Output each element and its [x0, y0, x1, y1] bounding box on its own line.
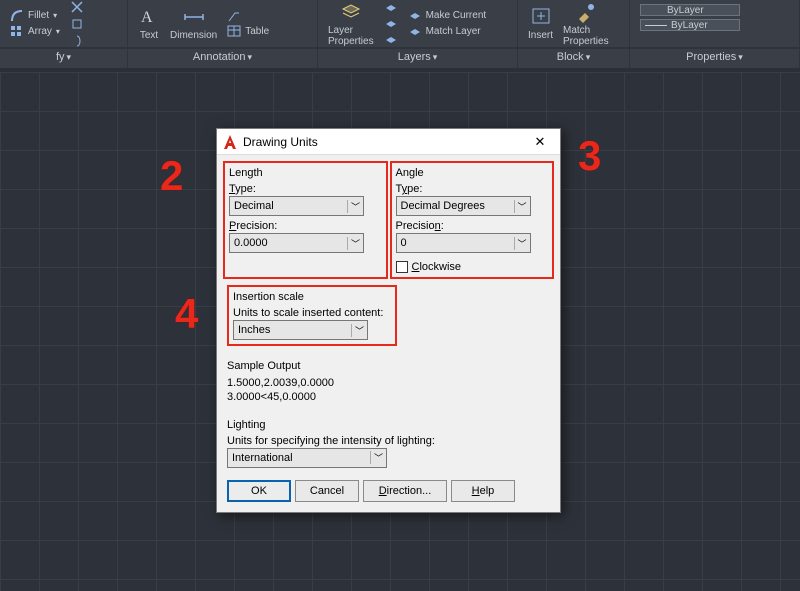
insertion-scale-group: Insertion scale Units to scale inserted … [227, 285, 397, 346]
table-icon [227, 25, 241, 39]
fillet-icon [10, 9, 24, 23]
cancel-button[interactable]: Cancel [295, 480, 359, 502]
sample-legend: Sample Output [227, 360, 550, 372]
length-precision-combo[interactable]: 0.0000﹀ [229, 233, 364, 253]
fillet-item[interactable]: Fillet▾ [10, 9, 60, 23]
layer-icon [408, 9, 422, 23]
ribbon-group-labels: fy▾ Annotation▾ Layers▾ Block▾ Propertie… [0, 48, 800, 68]
chevron-down-icon: ﹀ [351, 324, 367, 337]
modify-group-label[interactable]: fy▾ [0, 49, 128, 68]
length-precision-label: Precision: [229, 220, 382, 232]
make-current-item[interactable]: Make Current [408, 9, 487, 23]
block-group: Insert Match Properties [518, 0, 630, 47]
angle-type-label: Type: [396, 183, 549, 195]
chevron-down-icon: ﹀ [347, 237, 363, 250]
length-type-label: Type: [229, 183, 382, 195]
layer-tool[interactable] [384, 33, 398, 47]
modify-group: Fillet▾ Array▾ [0, 0, 128, 47]
annotation-3: 3 [578, 132, 601, 180]
angle-precision-combo[interactable]: 0﹀ [396, 233, 531, 253]
match-properties-button[interactable]: Match Properties [563, 1, 609, 47]
insertion-sublabel: Units to scale inserted content: [233, 307, 391, 319]
lighting-legend: Lighting [227, 419, 550, 431]
chevron-down-icon: ﹀ [514, 200, 530, 213]
layer-tool[interactable] [384, 1, 398, 15]
dimension-icon [183, 6, 205, 28]
properties-group-label[interactable]: Properties▾ [630, 49, 800, 68]
annotation-group-label[interactable]: Annotation▾ [128, 49, 318, 68]
properties-group: ByLayer ByLayer [630, 0, 800, 47]
close-button[interactable]: ✕ [526, 132, 554, 152]
match-layer-item[interactable]: Match Layer [408, 25, 487, 39]
chevron-down-icon: ﹀ [370, 451, 386, 464]
leader-icon [227, 9, 241, 23]
lighting-units-combo[interactable]: International﹀ [227, 448, 387, 468]
array-icon [10, 25, 24, 39]
insert-icon [530, 6, 552, 28]
match-properties-icon [575, 1, 597, 23]
block-group-label[interactable]: Block▾ [518, 49, 630, 68]
modify-tool-icon[interactable] [70, 0, 84, 14]
chevron-down-icon: ﹀ [514, 237, 530, 250]
modify-tool-icon[interactable] [70, 17, 84, 31]
insertion-legend: Insertion scale [233, 291, 391, 303]
sample-line: 1.5000,2.0039,0.0000 [227, 376, 550, 390]
array-item[interactable]: Array▾ [10, 25, 60, 39]
layer-properties-icon [340, 1, 362, 23]
insert-button[interactable]: Insert [528, 6, 553, 41]
length-type-combo[interactable]: Decimal﹀ [229, 196, 364, 216]
leader-item[interactable] [227, 9, 269, 23]
annotation-2: 2 [160, 152, 183, 200]
sample-output-group: Sample Output 1.5000,2.0039,0.0000 3.000… [227, 360, 550, 405]
direction-button[interactable]: Direction... [363, 480, 447, 502]
text-icon: A [138, 6, 160, 28]
layer-icon [384, 33, 398, 47]
modify-tool-icon[interactable] [70, 34, 84, 48]
length-group: Length Type: Decimal﹀ Precision: 0.0000﹀ [223, 161, 388, 279]
lighting-group: Lighting Units for specifying the intens… [227, 419, 550, 468]
angle-group: Angle Type: Decimal Degrees﹀ Precision: … [390, 161, 555, 279]
annotation-4: 4 [175, 290, 198, 338]
table-item[interactable]: Table [227, 25, 269, 39]
insertion-units-combo[interactable]: Inches﹀ [233, 320, 368, 340]
color-dropdown[interactable]: ByLayer [640, 4, 740, 16]
layer-tool[interactable] [384, 17, 398, 31]
titlebar[interactable]: Drawing Units ✕ [217, 129, 560, 155]
sample-line: 3.0000<45,0.0000 [227, 390, 550, 404]
layers-group-label[interactable]: Layers▾ [318, 49, 518, 68]
text-button[interactable]: A Text [138, 6, 160, 41]
svg-text:A: A [141, 9, 153, 26]
length-legend: Length [229, 167, 382, 179]
chevron-down-icon: ﹀ [347, 200, 363, 213]
ok-button[interactable]: OK [227, 480, 291, 502]
annotation-group: A Text Dimension Table [128, 0, 318, 47]
dimension-button[interactable]: Dimension [170, 6, 217, 41]
layer-properties-button[interactable]: Layer Properties [328, 1, 374, 47]
layer-icon [384, 1, 398, 15]
dialog-title: Drawing Units [243, 135, 318, 149]
checkbox-box [396, 261, 408, 273]
layer-icon [408, 25, 422, 39]
ribbon-tools: Fillet▾ Array▾ A Text Dimension Table [0, 0, 800, 48]
autocad-icon [223, 134, 237, 150]
angle-type-combo[interactable]: Decimal Degrees﹀ [396, 196, 531, 216]
angle-precision-label: Precision: [396, 220, 549, 232]
layer-icon [384, 17, 398, 31]
linetype-dropdown[interactable]: ByLayer [640, 19, 740, 31]
drawing-units-dialog: Drawing Units ✕ Length Type: Decimal﹀ Pr… [216, 128, 561, 513]
lighting-sublabel: Units for specifying the intensity of li… [227, 435, 550, 447]
dialog-buttons: OK Cancel Direction... Help [217, 472, 560, 512]
clockwise-checkbox[interactable]: Clockwise [396, 261, 549, 273]
angle-legend: Angle [396, 167, 549, 179]
help-button[interactable]: Help [451, 480, 515, 502]
ribbon: Fillet▾ Array▾ A Text Dimension Table [0, 0, 800, 68]
layers-group: Layer Properties Make Current Match Laye… [318, 0, 518, 47]
